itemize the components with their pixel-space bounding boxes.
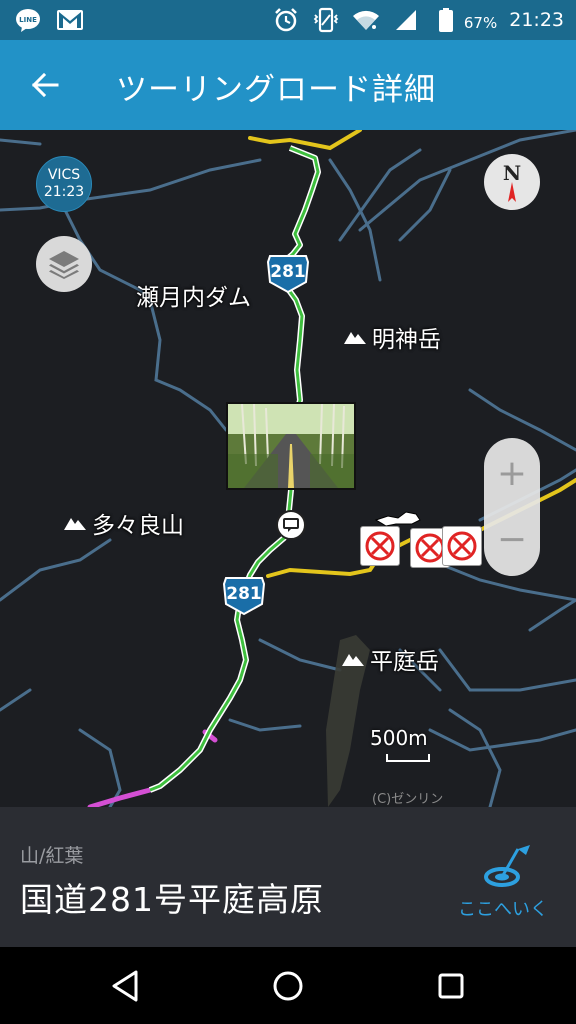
app-screen: LINE 67% 21:23 ツーリングロード詳細 VICS 21:23 N 瀬…: [0, 0, 576, 1024]
svg-text:N: N: [503, 161, 521, 185]
label-dam: 瀬月内ダム: [136, 285, 251, 311]
river: [228, 718, 302, 732]
home-circle-icon: [273, 971, 303, 1001]
vics-badge[interactable]: VICS 21:23: [36, 156, 92, 212]
nav-recents-button[interactable]: [430, 965, 472, 1007]
river: [358, 130, 576, 232]
go-here-button[interactable]: ここへいく: [452, 837, 562, 921]
no-entry-icon: [365, 531, 395, 561]
layers-icon: [49, 251, 79, 279]
river: [448, 708, 502, 807]
river: [528, 598, 576, 632]
recents-square-icon: [438, 973, 464, 999]
back-triangle-icon: [112, 970, 138, 1002]
back-arrow-icon: [31, 72, 59, 98]
battery-percent: 67%: [463, 14, 498, 32]
go-here-label: ここへいく: [458, 899, 548, 920]
vics-label: VICS: [47, 167, 81, 183]
zoom-out-button[interactable]: −: [484, 514, 540, 564]
zoom-control: + −: [484, 438, 540, 576]
compass-icon: N: [503, 161, 521, 202]
place-name: 国道281号平庭高原: [20, 880, 324, 919]
river: [428, 728, 576, 752]
alarm-icon: [272, 6, 300, 34]
label-hiraniwa: 平庭岳: [342, 642, 439, 676]
route-number: 281: [270, 262, 306, 282]
vibrate-icon: [312, 6, 340, 34]
river: [398, 168, 452, 242]
wifi-icon: [352, 6, 380, 34]
compass-button[interactable]: N: [484, 154, 540, 210]
road-photo-image: [228, 404, 354, 488]
place-info-panel[interactable]: 山/紅葉 国道281号平庭高原 ここへいく: [0, 807, 576, 947]
gmail-icon: [56, 6, 84, 34]
label-myojin-text: 明神岳: [372, 327, 441, 353]
vics-time: 21:23: [43, 184, 85, 200]
map-scale: 500m: [370, 726, 434, 770]
label-tatara: 多々良山: [64, 506, 184, 540]
battery-icon: [432, 6, 460, 34]
comment-pin[interactable]: [276, 510, 306, 540]
zoom-in-button[interactable]: +: [484, 448, 540, 498]
scale-line: [386, 754, 430, 762]
back-button[interactable]: [20, 60, 70, 110]
status-time: 21:23: [509, 9, 564, 31]
river: [0, 688, 32, 712]
comment-icon: [283, 518, 299, 532]
nav-home-button[interactable]: [267, 965, 309, 1007]
river: [0, 538, 112, 602]
river: [438, 648, 576, 692]
route-sign: 281: [222, 576, 266, 616]
map-copyright: (C)ゼンリン: [372, 792, 444, 807]
svg-text:LINE: LINE: [19, 16, 37, 24]
river: [148, 298, 228, 432]
status-bar: LINE 67% 21:23: [0, 0, 576, 40]
mountain-icon: [342, 654, 364, 666]
route-sign: 281: [266, 254, 310, 294]
river: [78, 728, 122, 807]
system-nav-bar: [0, 947, 576, 1024]
mountain-icon: [64, 518, 86, 530]
page-title: ツーリングロード詳細: [116, 72, 436, 108]
route-number: 281: [226, 584, 262, 604]
no-entry-sign[interactable]: [360, 526, 400, 566]
layers-button[interactable]: [36, 236, 92, 292]
place-category: 山/紅葉: [20, 845, 84, 867]
app-bar: ツーリングロード詳細: [0, 40, 576, 130]
road-photo-thumbnail[interactable]: [226, 402, 356, 490]
no-entry-sign[interactable]: [442, 526, 482, 566]
signal-icon: [392, 6, 420, 34]
label-myojin: 明神岳: [344, 320, 441, 354]
river: [0, 138, 42, 146]
river: [258, 638, 342, 672]
label-tatara-text: 多々良山: [92, 513, 184, 539]
scale-label: 500m: [370, 726, 428, 750]
nav-back-button[interactable]: [104, 965, 146, 1007]
label-hiraniwa-text: 平庭岳: [370, 649, 439, 675]
no-entry-icon: [447, 531, 477, 561]
map-view[interactable]: VICS 21:23 N 瀬月内ダム 明神岳 多々良山 平庭岳 281 281 …: [0, 130, 576, 807]
motorcycle-icon: [374, 511, 421, 527]
navigate-flag-icon: [484, 845, 530, 887]
mountain-icon: [344, 332, 366, 344]
line-icon: LINE: [14, 6, 42, 34]
road-yellow: [248, 130, 362, 151]
